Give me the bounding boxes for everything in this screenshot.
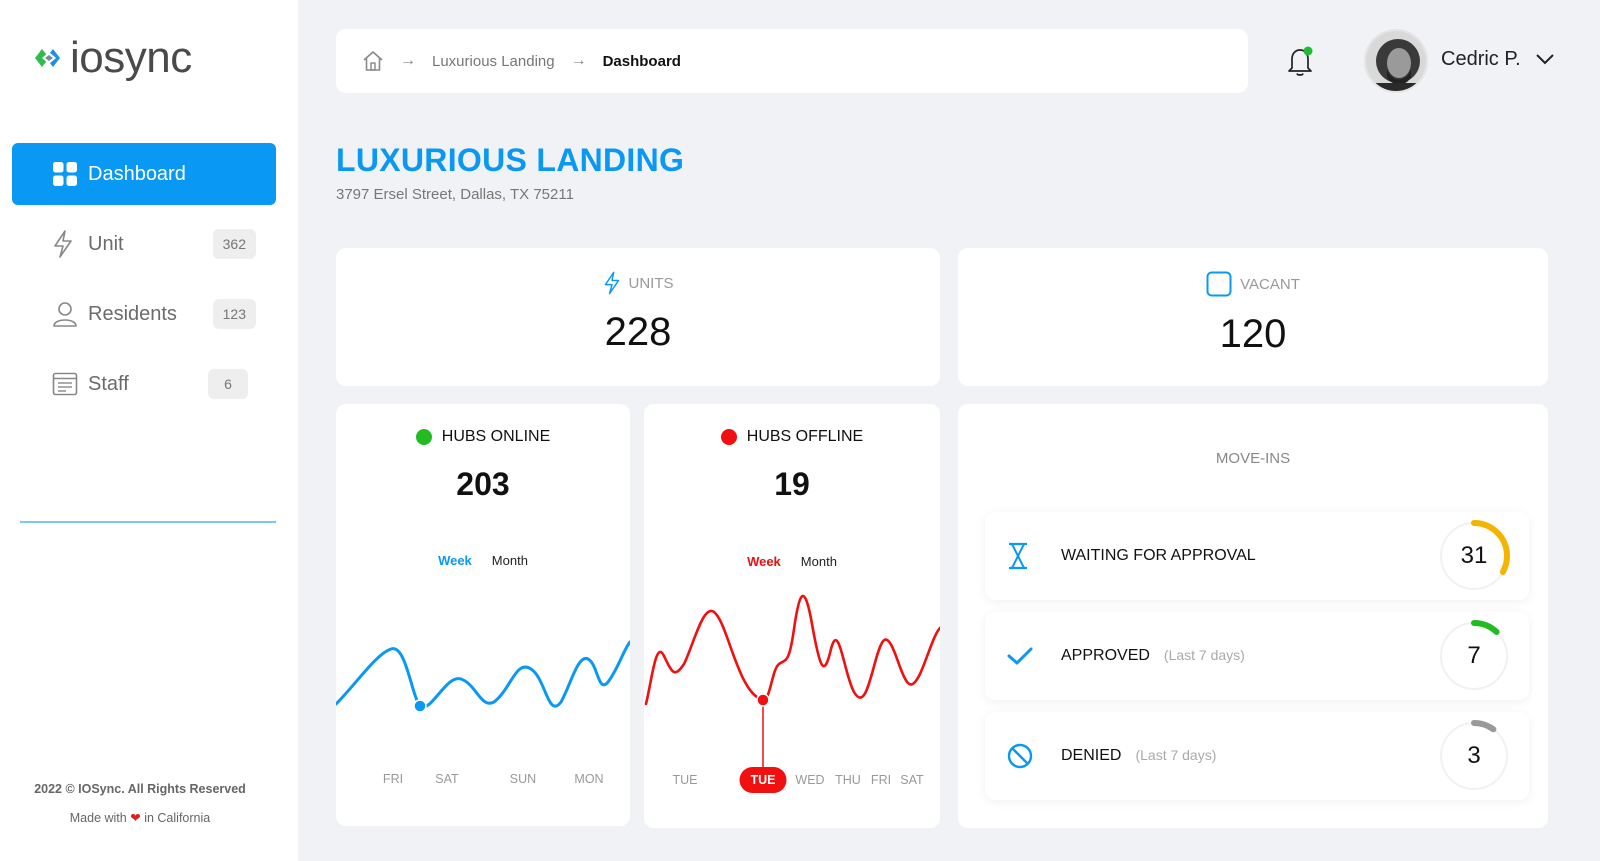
sidebar-item-dashboard[interactable]: Dashboard: [12, 143, 276, 205]
user-name[interactable]: Cedric P.: [1441, 48, 1521, 71]
sidebar-item-label: Staff: [88, 372, 129, 395]
breadcrumb-current: Dashboard: [602, 52, 681, 70]
notification-bell-icon[interactable]: [1286, 45, 1316, 82]
footer-made-prefix: Made with: [69, 811, 127, 825]
count-badge: 6: [208, 369, 248, 399]
row-title: DENIED: [1061, 747, 1122, 764]
count-badge: 362: [212, 229, 256, 259]
hubs-offline-label: HUBS OFFLINE: [746, 428, 864, 445]
move-ins-card: MOVE-INS WAITING FOR APPROVAL 31 APPROVE…: [958, 404, 1548, 828]
hubs-online-label: HUBS ONLINE: [441, 428, 551, 445]
person-icon: [52, 301, 78, 327]
row-title: APPROVED: [1061, 647, 1150, 664]
hubs-online-card: HUBS ONLINE 203 Week Month FRI SAT SUN M…: [336, 404, 630, 826]
ban-icon: [1007, 743, 1033, 769]
sidebar-item-staff[interactable]: Staff 6: [12, 353, 276, 415]
hubs-offline-tabs: Week Month: [644, 554, 940, 569]
move-in-row-denied[interactable]: DENIED (Last 7 days) 3: [985, 712, 1529, 800]
tab-month[interactable]: Month: [492, 553, 528, 568]
move-in-row-waiting[interactable]: WAITING FOR APPROVAL 31: [985, 512, 1529, 600]
row-note: (Last 7 days): [1135, 747, 1217, 763]
row-label: DENIED (Last 7 days): [1061, 747, 1216, 765]
hubs-offline-card: HUBS OFFLINE 19 Week Month TUE TUE WED T…: [644, 404, 940, 828]
units-card[interactable]: UNITS 228: [336, 248, 940, 386]
arrow-right-icon: →: [570, 52, 587, 69]
sidebar-item-unit[interactable]: Unit 362: [12, 213, 276, 275]
row-value: 3: [1467, 742, 1481, 769]
hubs-online-sparkline: [336, 640, 630, 713]
sidebar-item-label: Residents: [88, 302, 177, 325]
units-value: 228: [604, 310, 672, 354]
x-axis-label: FRI: [870, 773, 892, 787]
x-axis-label: SAT: [435, 772, 459, 786]
row-label: APPROVED (Last 7 days): [1061, 647, 1245, 665]
x-axis-label: THU: [835, 773, 861, 787]
vacant-value: 120: [1219, 312, 1287, 356]
x-axis-label: WED: [795, 773, 825, 787]
avatar[interactable]: [1364, 29, 1428, 93]
units-label-row: UNITS: [336, 271, 940, 295]
row-note: (Last 7 days): [1163, 647, 1245, 663]
footer-copyright: 2022 © IOSync. All Rights Reserved: [34, 782, 246, 796]
x-axis-label: TUE: [672, 773, 698, 787]
chevron-down-icon[interactable]: [1536, 52, 1554, 70]
hubs-online-label-row: HUBS ONLINE: [336, 428, 630, 446]
hubs-online-value: 203: [456, 466, 510, 502]
move-ins-title: MOVE-INS: [1215, 450, 1291, 467]
tab-week[interactable]: Week: [438, 553, 472, 568]
row-title: WAITING FOR APPROVAL: [1061, 547, 1256, 564]
logo-mark-icon: [35, 49, 60, 67]
move-in-row-approved[interactable]: APPROVED (Last 7 days) 7: [985, 612, 1529, 700]
sidebar-divider: [20, 521, 276, 523]
hubs-online-tabs: Week Month: [336, 553, 630, 568]
lightning-icon: [52, 230, 74, 258]
tab-month[interactable]: Month: [801, 554, 837, 569]
staff-list-icon: [52, 371, 78, 397]
x-axis-label-selected[interactable]: TUE: [739, 767, 787, 793]
iosync-logo[interactable]: iosync: [32, 34, 192, 82]
sidebar-item-label: Dashboard: [88, 162, 186, 185]
vacant-label: VACANT: [1240, 275, 1300, 293]
breadcrumb-link[interactable]: Luxurious Landing: [432, 53, 555, 70]
sidebar-item-residents[interactable]: Residents 123: [12, 283, 276, 345]
hourglass-icon: [1007, 542, 1029, 570]
x-axis-label: MON: [574, 772, 604, 786]
row-value: 7: [1467, 642, 1481, 669]
count-badge: 123: [212, 299, 256, 329]
units-label: UNITS: [628, 274, 674, 292]
row-label: WAITING FOR APPROVAL: [1061, 547, 1256, 565]
x-axis-label: FRI: [382, 772, 404, 786]
breadcrumb: → Luxurious Landing → Dashboard: [336, 29, 1248, 93]
sidebar-item-label: Unit: [88, 232, 124, 255]
heart-icon: ❤: [130, 811, 141, 825]
hubs-offline-sparkline: [644, 594, 940, 769]
status-dot-green-icon: [415, 429, 432, 445]
arrow-right-icon: →: [400, 52, 416, 69]
home-icon[interactable]: [362, 50, 384, 72]
dashboard-grid-icon: [52, 161, 78, 187]
page-title: LUXURIOUS LANDING: [336, 142, 685, 178]
property-address: 3797 Ersel Street, Dallas, TX 75211: [336, 186, 574, 203]
x-axis-label: SUN: [509, 772, 537, 786]
hubs-offline-value: 19: [774, 466, 810, 502]
square-outline-icon: [1206, 271, 1232, 297]
x-axis-label: SAT: [900, 773, 924, 787]
vacant-label-row: VACANT: [958, 271, 1548, 297]
logo-text: iosync: [70, 33, 192, 82]
hubs-offline-label-row: HUBS OFFLINE: [644, 428, 940, 446]
footer-made-with: Made with ❤ in California: [0, 810, 280, 825]
lightning-icon: [603, 271, 621, 295]
tab-week[interactable]: Week: [747, 554, 781, 569]
sidebar: iosync Dashboard Unit 362 Residents 123: [0, 0, 298, 861]
vacant-card[interactable]: VACANT 120: [958, 248, 1548, 386]
footer-made-suffix: in California: [144, 811, 211, 825]
check-icon: [1007, 646, 1033, 666]
status-dot-red-icon: [720, 429, 737, 445]
row-value: 31: [1460, 542, 1488, 569]
